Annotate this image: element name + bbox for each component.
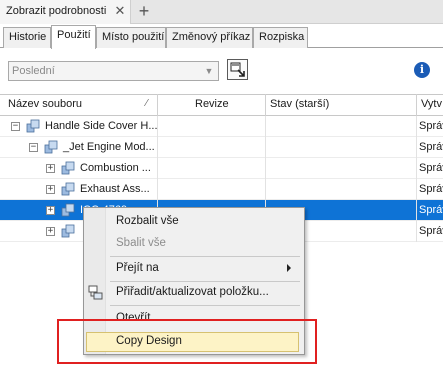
assembly-icon [44, 140, 58, 154]
info-icon[interactable]: i [414, 62, 430, 78]
sort-indicator-icon: ⁄ [146, 98, 148, 109]
expand-icon[interactable]: + [46, 206, 55, 215]
cell-divider [416, 158, 417, 179]
assembly-icon [61, 161, 75, 175]
cell-divider [265, 137, 266, 158]
cell-divider [416, 221, 417, 242]
table-row[interactable]: − _Jet Engine Mod... Správ [0, 137, 443, 158]
column-header-filename[interactable]: Název souboru [8, 98, 82, 110]
assign-item-icon [88, 285, 103, 300]
version-select[interactable]: Poslední ▼ [8, 61, 219, 81]
cell-divider [265, 158, 266, 179]
tab-rozpiska[interactable]: Rozpiska [253, 27, 308, 48]
tab-zmenovy-prikaz[interactable]: Změnový příkaz [166, 27, 253, 48]
row-created-state: Správ [419, 204, 443, 216]
column-header-created[interactable]: Vytv [421, 98, 442, 110]
tab-historie[interactable]: Historie [3, 27, 51, 48]
column-header-state[interactable]: Stav (starší) [270, 98, 329, 110]
document-tab-title: Zobrazit podrobnosti [6, 5, 107, 17]
assembly-icon [61, 182, 75, 196]
row-created-state: Správ [419, 183, 443, 195]
column-divider[interactable] [157, 94, 158, 116]
column-divider[interactable] [416, 94, 417, 116]
version-select-value: Poslední [12, 65, 55, 77]
assembly-icon [61, 224, 75, 238]
row-created-state: Správ [419, 120, 443, 132]
menu-item-assign-item[interactable]: Přiřadit/aktualizovat položku... [116, 286, 269, 298]
cell-divider [416, 137, 417, 158]
menu-separator [110, 281, 300, 282]
collapse-icon[interactable]: − [29, 143, 38, 152]
menu-separator [110, 305, 300, 306]
row-filename: Handle Side Cover H... [45, 120, 158, 132]
highlight-frame [57, 319, 317, 364]
table-row[interactable]: − Handle Side Cover H... Správ [0, 116, 443, 137]
add-tab-icon[interactable]: + [135, 1, 153, 21]
row-filename: Combustion ... [80, 162, 151, 174]
assembly-icon [26, 119, 40, 133]
cell-divider [157, 116, 158, 137]
menu-separator [110, 256, 300, 257]
expand-icon[interactable]: + [46, 227, 55, 236]
cell-divider [416, 179, 417, 200]
submenu-arrow-icon [287, 264, 291, 272]
row-filename: Exhaust Ass... [80, 183, 150, 195]
tab-misto-pouziti[interactable]: Místo použití [96, 27, 166, 48]
menu-item-collapse-all: Sbalit vše [116, 237, 166, 249]
document-tab[interactable]: Zobrazit podrobnosti ✕ [0, 0, 131, 24]
assembly-icon [61, 203, 75, 217]
close-icon[interactable]: ✕ [112, 3, 128, 19]
column-divider[interactable] [265, 94, 266, 116]
cell-divider [416, 116, 417, 137]
table-row[interactable]: + Combustion ... Správ [0, 158, 443, 179]
row-filename: _Jet Engine Mod... [63, 141, 155, 153]
cell-divider [416, 200, 417, 221]
cell-divider [265, 116, 266, 137]
cell-divider [157, 179, 158, 200]
menu-item-expand-all[interactable]: Rozbalit vše [116, 215, 179, 227]
menu-item-go-to[interactable]: Přejít na [116, 262, 159, 274]
row-created-state: Správ [419, 162, 443, 174]
expand-all-icon [230, 62, 245, 77]
cell-divider [265, 179, 266, 200]
column-header-revision[interactable]: Revize [195, 98, 229, 110]
table-row[interactable]: + Exhaust Ass... Správ [0, 179, 443, 200]
cell-divider [157, 137, 158, 158]
expand-icon[interactable]: + [46, 164, 55, 173]
row-created-state: Správ [419, 141, 443, 153]
expand-icon[interactable]: + [46, 185, 55, 194]
tab-pouziti[interactable]: Použití [51, 25, 96, 49]
chevron-down-icon[interactable]: ▼ [200, 62, 218, 80]
collapse-icon[interactable]: − [11, 122, 20, 131]
row-created-state: Správ [419, 225, 443, 237]
cell-divider [157, 158, 158, 179]
expand-all-button[interactable] [227, 59, 248, 80]
